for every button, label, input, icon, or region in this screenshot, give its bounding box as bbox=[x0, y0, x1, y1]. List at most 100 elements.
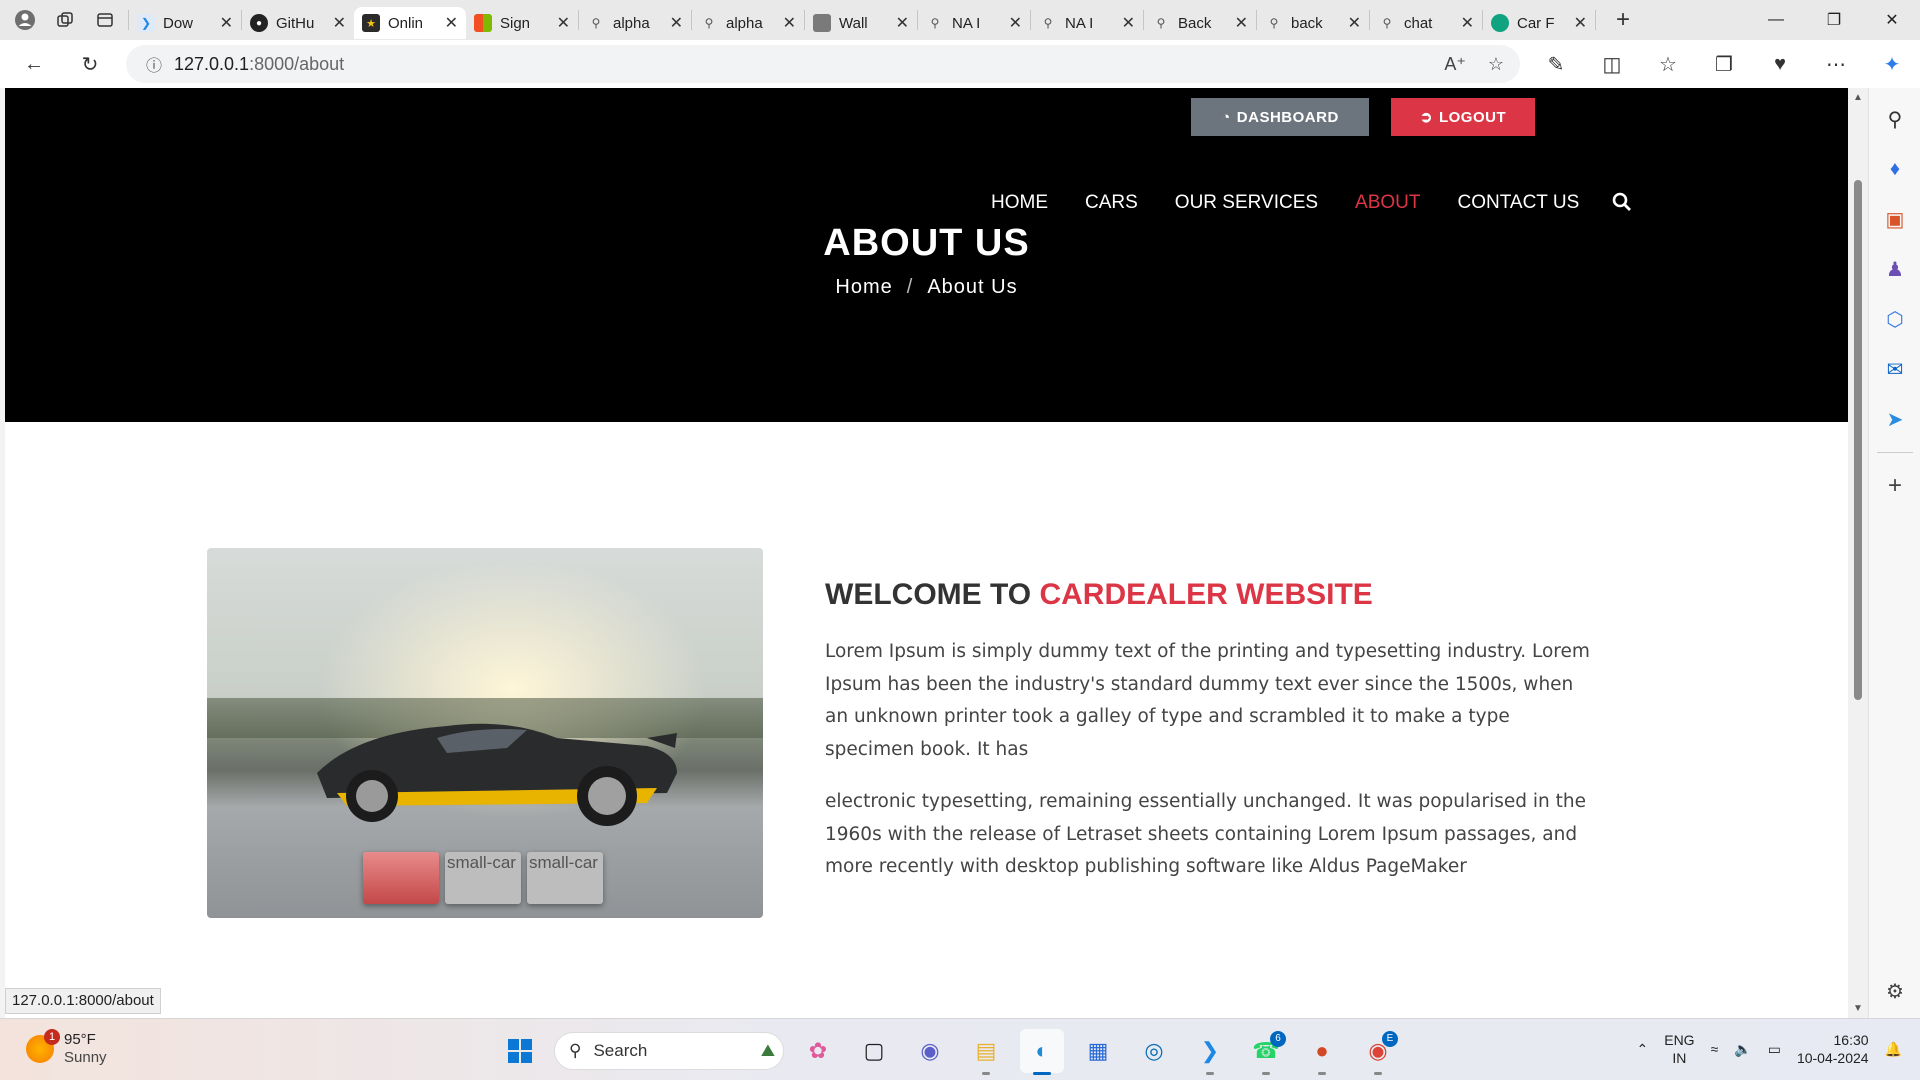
toolbar-right-actions: ✎ ◫ ☆ ❐ ♥ ⋯ ✦ bbox=[1536, 44, 1912, 84]
games-icon[interactable]: ♟ bbox=[1869, 244, 1920, 294]
scroll-up-icon[interactable]: ▲ bbox=[1853, 92, 1863, 103]
wifi-icon[interactable]: ≈ bbox=[1711, 1041, 1719, 1057]
more-menu-icon[interactable]: ⋯ bbox=[1816, 44, 1856, 84]
tab-close-icon[interactable]: ✕ bbox=[1461, 13, 1474, 33]
back-icon[interactable]: ← bbox=[14, 44, 54, 84]
chevron-up-icon[interactable]: ⌃ bbox=[1637, 1041, 1649, 1058]
chrome-icon[interactable]: ◉ E bbox=[1356, 1029, 1400, 1075]
page-title: ABOUT US bbox=[823, 222, 1030, 264]
nav-about[interactable]: ABOUT bbox=[1355, 192, 1420, 218]
microsoft-store-icon[interactable]: ▦ bbox=[1076, 1029, 1120, 1073]
outlook-icon[interactable]: ✉ bbox=[1869, 344, 1920, 394]
browser-essentials-icon[interactable]: ♥ bbox=[1760, 44, 1800, 84]
logout-button[interactable]: ➲ LOGOUT bbox=[1391, 98, 1535, 136]
microsoft365-icon[interactable]: ⬡ bbox=[1869, 294, 1920, 344]
dashboard-button[interactable]: ◔ DASHBOARD bbox=[1191, 98, 1369, 136]
profile-icon[interactable] bbox=[10, 5, 40, 35]
dell-icon[interactable]: ◎ bbox=[1132, 1029, 1176, 1073]
nav-contact-us[interactable]: CONTACT US bbox=[1458, 192, 1580, 218]
tab-close-icon[interactable]: ✕ bbox=[1348, 13, 1361, 33]
tab-alpha-1[interactable]: ⚲ alpha ✕ bbox=[579, 7, 691, 39]
tab-na-2[interactable]: ⚲ NA I ✕ bbox=[1031, 7, 1143, 39]
copilot-icon[interactable]: ✦ bbox=[1872, 44, 1912, 84]
tab-close-icon[interactable]: ✕ bbox=[783, 13, 796, 33]
tab-close-icon[interactable]: ✕ bbox=[445, 13, 458, 33]
file-explorer-icon[interactable]: ▤ bbox=[964, 1029, 1008, 1075]
tab-actions-icon[interactable] bbox=[90, 5, 120, 35]
minimize-icon[interactable]: — bbox=[1748, 0, 1804, 40]
tab-car[interactable]: Car F ✕ bbox=[1483, 7, 1595, 39]
start-windows-icon[interactable] bbox=[498, 1029, 542, 1073]
tab-close-icon[interactable]: ✕ bbox=[220, 13, 233, 33]
date: 10-04-2024 bbox=[1796, 1050, 1869, 1066]
tab-na-1[interactable]: ⚲ NA I ✕ bbox=[918, 7, 1030, 39]
car-image-slider[interactable]: small-car small-car bbox=[207, 548, 763, 918]
powerpoint-icon[interactable]: ● bbox=[1300, 1029, 1344, 1075]
breadcrumb-home[interactable]: Home bbox=[835, 276, 892, 298]
tab-chat[interactable]: ⚲ chat ✕ bbox=[1370, 7, 1482, 39]
notification-bell-icon[interactable]: 🔔 bbox=[1885, 1041, 1902, 1058]
tab-close-icon[interactable]: ✕ bbox=[1122, 13, 1135, 33]
teams-chat-icon[interactable]: ◉ bbox=[908, 1029, 952, 1073]
tab-github[interactable]: ● GitHu ✕ bbox=[242, 7, 354, 39]
tab-close-icon[interactable]: ✕ bbox=[896, 13, 909, 33]
task-view-icon[interactable]: ▢ bbox=[852, 1029, 896, 1073]
send-icon[interactable]: ➤ bbox=[1869, 394, 1920, 444]
thumbnail-2[interactable]: small-car bbox=[445, 852, 521, 904]
url-text[interactable]: 127.0.0.1:8000/about bbox=[174, 54, 344, 75]
split-screen-icon[interactable]: ◫ bbox=[1592, 44, 1632, 84]
workspaces-icon[interactable] bbox=[50, 5, 80, 35]
add-sidebar-app-icon[interactable]: + bbox=[1869, 461, 1920, 511]
weather-widget[interactable]: 1 95°F Sunny bbox=[26, 1029, 107, 1067]
shopping-tag-icon[interactable]: ♦ bbox=[1869, 144, 1920, 194]
clock[interactable]: 16:30 10-04-2024 bbox=[1797, 1031, 1869, 1067]
read-aloud-icon[interactable]: A⁺ bbox=[1444, 54, 1466, 75]
tab-close-icon[interactable]: ✕ bbox=[670, 13, 683, 33]
thumbnail-3[interactable]: small-car bbox=[527, 852, 603, 904]
site-info-icon[interactable]: ⓘ bbox=[134, 52, 174, 76]
nav-home[interactable]: HOME bbox=[991, 192, 1048, 218]
nav-cars[interactable]: CARS bbox=[1085, 192, 1138, 218]
taskbar-search[interactable]: ⚲ Search ⛰ bbox=[554, 1032, 784, 1070]
sidebar-settings-icon[interactable]: ⚙ bbox=[1869, 966, 1920, 1016]
tab-wallpaper[interactable]: Wall ✕ bbox=[805, 7, 917, 39]
search-icon[interactable]: ⚲ bbox=[1869, 94, 1920, 144]
tab-back-1[interactable]: ⚲ Back ✕ bbox=[1144, 7, 1256, 39]
reload-icon[interactable]: ↻ bbox=[70, 44, 110, 84]
extensions-icon[interactable]: ✎ bbox=[1536, 44, 1576, 84]
scroll-thumb[interactable] bbox=[1854, 180, 1862, 700]
tab-close-icon[interactable]: ✕ bbox=[333, 13, 346, 33]
tab-vscode[interactable]: ❯ Dow ✕ bbox=[129, 7, 241, 39]
tools-briefcase-icon[interactable]: ▣ bbox=[1869, 194, 1920, 244]
new-tab-icon[interactable]: + bbox=[1608, 5, 1638, 35]
address-bar[interactable]: ⓘ 127.0.0.1:8000/about A⁺ ☆ bbox=[126, 45, 1520, 83]
scroll-down-icon[interactable]: ▼ bbox=[1853, 1003, 1863, 1014]
page-scrollbar[interactable]: ▲ ▼ bbox=[1848, 88, 1868, 1018]
battery-icon[interactable]: ▭ bbox=[1768, 1041, 1781, 1058]
tab-close-icon[interactable]: ✕ bbox=[557, 13, 570, 33]
copilot-app-icon[interactable]: ✿ bbox=[796, 1029, 840, 1073]
tab-back-2[interactable]: ⚲ back ✕ bbox=[1257, 7, 1369, 39]
vscode-app-icon[interactable]: ❯ bbox=[1188, 1029, 1232, 1075]
volume-icon[interactable]: 🔈 bbox=[1734, 1041, 1751, 1058]
favorite-star-icon[interactable]: ☆ bbox=[1488, 54, 1504, 75]
tab-title: Car F bbox=[1517, 14, 1555, 32]
language-indicator[interactable]: ENG IN bbox=[1664, 1031, 1694, 1067]
whatsapp-icon[interactable]: ☎ 6 bbox=[1244, 1029, 1288, 1075]
welcome-highlight: CARDEALER WEBSITE bbox=[1039, 578, 1373, 611]
tab-close-icon[interactable]: ✕ bbox=[1235, 13, 1248, 33]
tab-alpha-2[interactable]: ⚲ alpha ✕ bbox=[692, 7, 804, 39]
search-icon: ⚲ bbox=[1382, 16, 1392, 30]
tab-online-active[interactable]: ★ Onlin ✕ bbox=[354, 7, 466, 39]
nav-search-icon[interactable] bbox=[1612, 192, 1632, 218]
tab-close-icon[interactable]: ✕ bbox=[1574, 13, 1587, 33]
edge-browser-icon[interactable]: ◐ bbox=[1020, 1029, 1064, 1075]
nav-our-services[interactable]: OUR SERVICES bbox=[1175, 192, 1318, 218]
thumbnail-1[interactable] bbox=[363, 852, 439, 904]
collections-icon[interactable]: ❐ bbox=[1704, 44, 1744, 84]
tab-sign[interactable]: Sign ✕ bbox=[466, 7, 578, 39]
tab-close-icon[interactable]: ✕ bbox=[1009, 13, 1022, 33]
restore-icon[interactable]: ❐ bbox=[1806, 0, 1862, 40]
favorites-icon[interactable]: ☆ bbox=[1648, 44, 1688, 84]
close-window-icon[interactable]: ✕ bbox=[1864, 0, 1920, 40]
